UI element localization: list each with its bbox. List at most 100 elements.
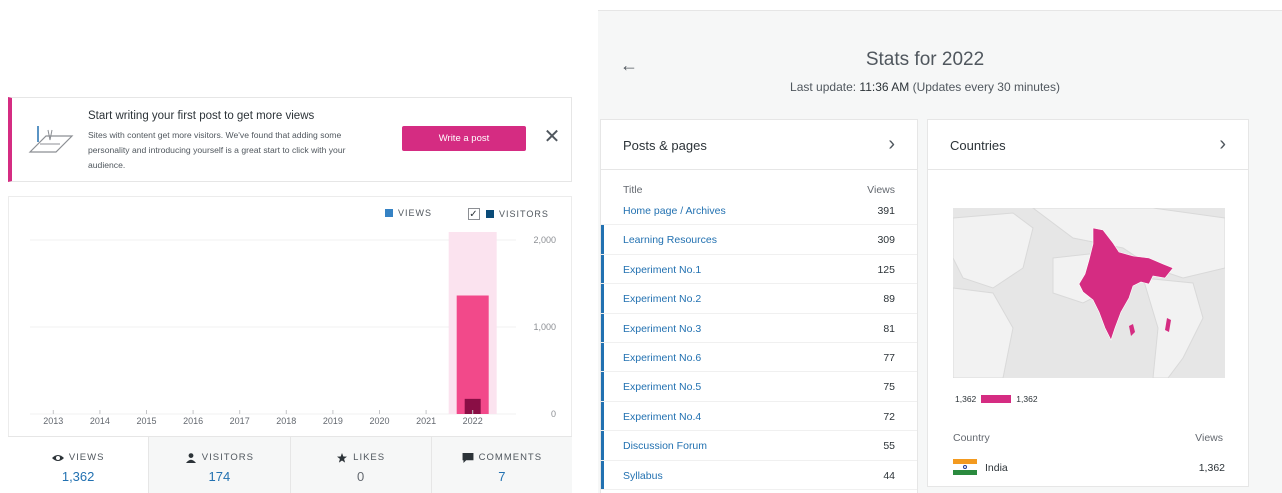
chevron-right-icon: › xyxy=(888,133,895,155)
notice-title: Start writing your first post to get mor… xyxy=(88,110,315,122)
tab-comments[interactable]: COMMENTS 7 xyxy=(431,437,572,493)
map-legend: 1,362 1,362 xyxy=(955,394,1038,404)
post-title-link[interactable]: Discussion Forum xyxy=(623,440,707,452)
post-views: 72 xyxy=(883,410,895,423)
last-update-suffix: (Updates every 30 minutes) xyxy=(909,80,1060,94)
col-title: Title xyxy=(623,184,643,196)
post-row[interactable]: Experiment No.5 75 xyxy=(601,372,917,402)
views-bar xyxy=(456,295,489,414)
post-title-link[interactable]: Experiment No.1 xyxy=(623,264,701,276)
post-views: 89 xyxy=(883,293,895,306)
star-icon xyxy=(337,452,348,463)
close-icon[interactable]: ✕ xyxy=(542,126,562,148)
posts-pages-header[interactable]: Posts & pages › xyxy=(601,120,917,170)
post-row-indicator xyxy=(601,401,604,431)
x-tick-label: 2013 xyxy=(43,416,63,426)
tab-visitors-label: VISITORS xyxy=(201,452,254,463)
y-tick-label: 2,000 xyxy=(533,235,556,245)
stats-insights-panel: Start writing your first post to get mor… xyxy=(0,0,582,493)
stats-tabs: VIEWS 1,362 VISITORS 174 LIKES 0 COMMENT… xyxy=(8,436,572,493)
tab-visitors[interactable]: VISITORS 174 xyxy=(149,437,291,493)
post-views: 309 xyxy=(877,234,895,247)
x-tick-label: 2018 xyxy=(276,416,296,426)
post-row-indicator xyxy=(601,313,604,342)
country-name: India xyxy=(985,462,1008,474)
writing-illustration-icon xyxy=(28,126,74,153)
tab-views-value: 1,362 xyxy=(61,469,95,484)
posts-pages-card: Posts & pages › Title Views Home page / … xyxy=(600,119,918,493)
last-update-prefix: Last update: xyxy=(790,80,860,94)
post-views: 125 xyxy=(877,263,895,276)
x-tick-label: 2014 xyxy=(90,416,110,426)
post-row[interactable]: Experiment No.1 125 xyxy=(601,254,917,285)
x-tick-label: 2017 xyxy=(230,416,250,426)
post-title-link[interactable]: Experiment No.3 xyxy=(623,323,701,335)
yearly-views-chart: 2,000 1,000 0 2013 2014 2015 2016 2017 2018 2019 2… xyxy=(30,232,556,426)
countries-header[interactable]: Countries › xyxy=(928,120,1248,170)
notice-body: Sites with content get more visitors. We… xyxy=(88,130,346,170)
countries-card: Countries › 1,362 1,362 Country Views In… xyxy=(927,119,1249,487)
y-tick-label: 0 xyxy=(551,409,556,419)
x-tick-label: 2020 xyxy=(369,416,389,426)
y-tick-label: 1,000 xyxy=(533,322,556,332)
comment-icon xyxy=(462,452,474,463)
chevron-right-icon: › xyxy=(1219,133,1226,155)
post-views: 77 xyxy=(883,351,895,364)
post-row-indicator xyxy=(601,225,604,254)
tab-likes[interactable]: LIKES 0 xyxy=(290,437,432,493)
post-row[interactable]: Syllabus 44 xyxy=(601,460,917,490)
post-views: 391 xyxy=(877,205,895,217)
tab-visitors-value: 174 xyxy=(208,469,231,484)
post-row[interactable]: Experiment No.4 72 xyxy=(601,401,917,432)
post-title-link[interactable]: Experiment No.2 xyxy=(623,293,701,305)
x-tick-label: 2022 xyxy=(463,416,483,426)
post-title-link[interactable]: Experiment No.6 xyxy=(623,352,701,364)
post-row-indicator xyxy=(601,372,604,401)
country-row[interactable]: India 1,362 xyxy=(953,456,1225,480)
map-legend-gradient xyxy=(981,395,1012,403)
country-views: 1,362 xyxy=(1198,462,1225,474)
post-views: 55 xyxy=(883,440,895,453)
post-title-link[interactable]: Learning Resources xyxy=(623,234,717,246)
post-views: 75 xyxy=(883,381,895,394)
post-views: 44 xyxy=(883,469,895,482)
x-tick-label: 2019 xyxy=(323,416,343,426)
tab-views[interactable]: VIEWS 1,362 xyxy=(8,437,150,493)
post-row-indicator xyxy=(601,284,604,313)
map-legend-min: 1,362 xyxy=(955,394,977,404)
tab-comments-value: 7 xyxy=(498,469,506,484)
write-post-button[interactable]: Write a post xyxy=(402,126,526,151)
world-map xyxy=(953,208,1225,378)
last-update-text: Last update: 11:36 AM (Updates every 30 … xyxy=(598,80,1252,94)
x-tick-label: 2016 xyxy=(183,416,203,426)
post-row[interactable]: Experiment No.6 77 xyxy=(601,342,917,373)
post-title-link[interactable]: Experiment No.4 xyxy=(623,411,701,423)
page-title: Stats for 2022 xyxy=(865,49,985,70)
post-row[interactable]: Home page / Archives 391 xyxy=(601,196,917,226)
x-tick-label: 2015 xyxy=(136,416,156,426)
countries-title: Countries xyxy=(950,138,1006,153)
stats-detail-panel: ← Stats for 2022 Last update: 11:36 AM (… xyxy=(598,10,1282,493)
posts-list: Home page / Archives 391 Learning Resource… xyxy=(601,196,917,490)
tab-likes-value: 0 xyxy=(357,469,365,484)
person-icon xyxy=(185,452,196,463)
post-row-indicator xyxy=(601,431,604,460)
post-row-indicator xyxy=(601,254,604,284)
post-title-link[interactable]: Syllabus xyxy=(623,470,663,482)
posts-column-header: Title Views xyxy=(601,170,917,196)
post-title-link[interactable]: Home page / Archives xyxy=(623,205,726,217)
col-country-views: Views xyxy=(1195,432,1223,444)
first-post-notice: Start writing your first post to get mor… xyxy=(8,97,572,182)
x-tick-label: 2021 xyxy=(416,416,436,426)
post-row[interactable]: Learning Resources 309 xyxy=(601,225,917,255)
post-views: 81 xyxy=(883,322,895,335)
post-title-link[interactable]: Experiment No.5 xyxy=(623,381,701,393)
india-flag-icon xyxy=(953,459,977,475)
map-legend-max: 1,362 xyxy=(1016,394,1038,404)
post-row-indicator xyxy=(601,342,604,372)
col-views: Views xyxy=(867,184,895,196)
post-row[interactable]: Experiment No.3 81 xyxy=(601,313,917,343)
tab-likes-label: LIKES xyxy=(353,452,386,463)
post-row[interactable]: Discussion Forum 55 xyxy=(601,431,917,461)
post-row[interactable]: Experiment No.2 89 xyxy=(601,284,917,314)
